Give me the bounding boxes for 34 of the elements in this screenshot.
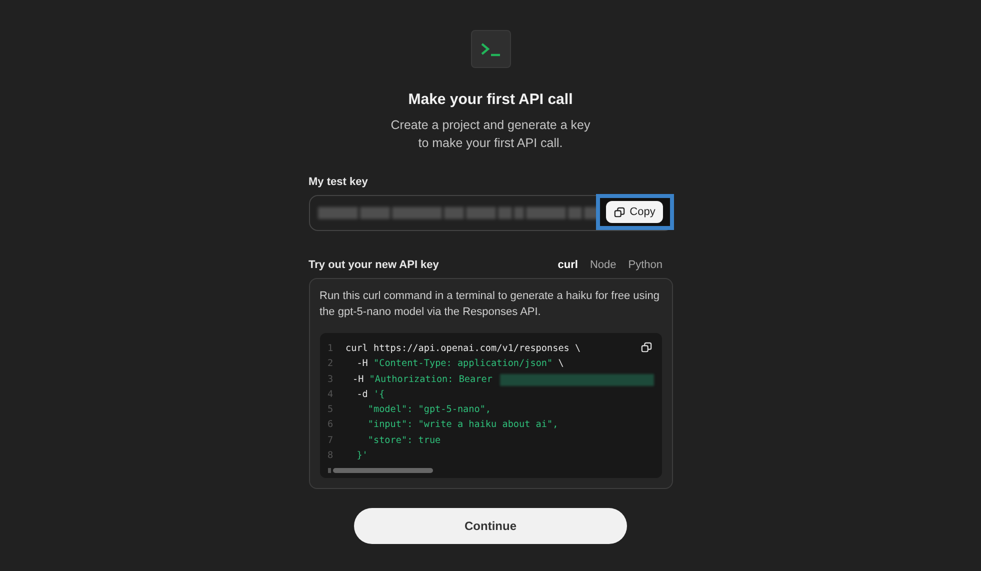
code-text: -H (356, 357, 369, 372)
code-text: \ (557, 357, 564, 372)
code-string: '{ (374, 388, 385, 402)
code-string: "store": true (366, 434, 441, 448)
code-string: "Authorization: Bearer (369, 372, 492, 387)
code-text: -H (351, 372, 365, 387)
code-text: curl https://api.openai.com/v1/responses \ (346, 342, 581, 356)
dialog-subtitle: Create a project and generate a key to make your first API call. (390, 117, 590, 152)
field-label: My test key (308, 176, 369, 188)
terminal-icon (470, 30, 510, 68)
key-field[interactable]: Copy (308, 195, 672, 231)
copy-icon (640, 342, 652, 353)
language-tab[interactable]: Node (590, 259, 616, 271)
code-string: "Content-Type: application/json" (374, 357, 553, 372)
copy-button[interactable]: Copy (606, 201, 664, 223)
description: Run this curl command in a terminal to generate a haiku for free using the gpt-5-nano model via the Responses API. (320, 289, 660, 320)
line-number: 3 (328, 372, 334, 387)
line-number: 7 (328, 434, 334, 448)
line-number: 5 (328, 403, 334, 418)
code-string: }' (356, 449, 368, 464)
copy-icon (614, 206, 625, 218)
language-tab[interactable]: curl (558, 259, 578, 271)
line-number: 2 (328, 357, 334, 372)
language-tab[interactable]: Python (628, 259, 662, 271)
code-string: "model": "gpt-5-nano", (366, 403, 492, 418)
line-number: 6 (328, 418, 334, 432)
code-string: "input": "write a haiku about ai", (366, 418, 558, 432)
line-number: 4 (328, 388, 334, 402)
code-text: -d (356, 388, 369, 402)
section-label: Try out your new API key (308, 259, 439, 271)
line-number: 1 (328, 342, 334, 356)
line-number: 8 (328, 449, 334, 464)
dialog-title: Make your first API call (408, 91, 573, 108)
continue-button[interactable]: Continue (354, 508, 627, 544)
